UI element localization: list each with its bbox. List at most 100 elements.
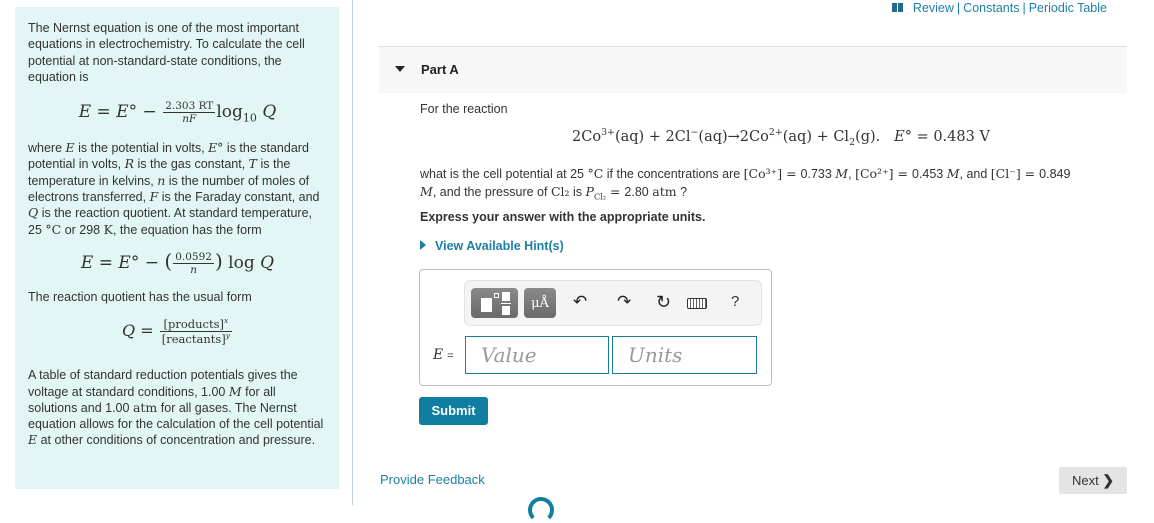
text-fragment: 2Co bbox=[572, 129, 602, 145]
text-fragment: or 298 bbox=[61, 222, 104, 237]
help-icon[interactable]: ? bbox=[731, 292, 739, 312]
text-fragment: (aq) + Cl bbox=[782, 129, 850, 145]
expand-triangle-icon bbox=[420, 240, 426, 250]
provide-feedback-link[interactable]: Provide Feedback bbox=[380, 472, 485, 487]
text-fragment: − bbox=[144, 252, 159, 273]
units-input[interactable]: Units bbox=[612, 336, 757, 374]
intro-paragraph-2: where E is the potential in volts, E° is… bbox=[28, 140, 327, 238]
text-fragment: [reactants]y bbox=[160, 332, 232, 346]
text-fragment: E bbox=[80, 252, 94, 273]
text-fragment: (g). bbox=[855, 129, 881, 145]
next-button[interactable]: Next ❯ bbox=[1059, 467, 1127, 494]
text-fragment: E bbox=[28, 432, 38, 448]
text-fragment: , the equation has the form bbox=[112, 222, 262, 237]
text-fragment: Q bbox=[28, 205, 39, 221]
nernst-equation-general: E = E° − 2.303 RT nF log10 Q bbox=[28, 100, 327, 126]
text-fragment: T bbox=[248, 156, 258, 172]
text-fragment: E bbox=[433, 347, 444, 363]
text-fragment: Q bbox=[260, 252, 275, 273]
text-fragment: 10 bbox=[242, 111, 257, 125]
text-fragment: ) bbox=[214, 248, 223, 273]
value-input[interactable]: Value bbox=[465, 336, 609, 374]
text-fragment: n bbox=[190, 263, 197, 276]
submit-button[interactable]: Submit bbox=[419, 397, 488, 425]
text-fragment: log bbox=[228, 252, 255, 273]
question-text: what is the cell potential at 25 °C if t… bbox=[420, 166, 1071, 202]
text-fragment: K bbox=[103, 221, 113, 237]
reaction-quotient-equation: Q = [products]x [reactants]y bbox=[28, 317, 327, 353]
reset-icon[interactable]: ↻ bbox=[656, 292, 671, 312]
text-fragment: Cl₂ bbox=[550, 184, 570, 199]
collapse-triangle-icon[interactable] bbox=[395, 66, 405, 72]
text-fragment: what is the cell potential at 25 bbox=[420, 167, 588, 181]
review-link[interactable]: Review bbox=[913, 1, 954, 15]
text-fragment: E bbox=[65, 140, 75, 156]
text-fragment: = bbox=[96, 102, 111, 123]
intro-panel: The Nernst equation is one of the most i… bbox=[15, 7, 339, 489]
redo-icon[interactable]: ↷ bbox=[617, 292, 631, 312]
text-fragment: is the Faraday constant, and bbox=[158, 190, 320, 205]
math-toolbar: μÅ ↶ ↷ ↻ ? bbox=[464, 280, 762, 326]
text-fragment: M bbox=[420, 184, 433, 199]
constants-link[interactable]: Constants bbox=[963, 1, 1019, 15]
text-fragment: nF bbox=[182, 113, 197, 126]
text-fragment: F bbox=[149, 189, 159, 205]
intro-paragraph-4: A table of standard reduction potentials… bbox=[28, 367, 327, 448]
text-fragment: is the gas constant, bbox=[134, 157, 249, 172]
text-fragment: 3+ bbox=[601, 127, 615, 139]
text-fragment: °C bbox=[45, 221, 62, 237]
text-fragment: M bbox=[228, 383, 242, 399]
fraction: 0.0592 n bbox=[173, 251, 214, 276]
text-fragment: (aq)→2Co bbox=[698, 129, 769, 145]
part-title: Part A bbox=[421, 62, 459, 77]
text-fragment: 2.80 bbox=[624, 185, 649, 199]
text-fragment: if the concentrations are bbox=[603, 167, 744, 181]
text-fragment: [Cl⁻] = bbox=[990, 166, 1040, 181]
templates-icon[interactable] bbox=[471, 288, 518, 318]
periodic-table-link[interactable]: Periodic Table bbox=[1029, 1, 1107, 15]
text-fragment: [reactants] bbox=[161, 332, 226, 347]
text-fragment: E° bbox=[118, 252, 140, 273]
text-fragment: = bbox=[447, 350, 454, 362]
text-fragment: Next bbox=[1071, 473, 1099, 488]
text-fragment: 0.0592 bbox=[173, 250, 214, 264]
text-fragment: ( bbox=[164, 248, 173, 273]
text-fragment: [Co³⁺] = bbox=[743, 166, 801, 181]
text-fragment: °C bbox=[587, 166, 604, 181]
text-fragment: R bbox=[124, 156, 135, 172]
text-fragment: log bbox=[216, 102, 243, 123]
text-fragment: E° bbox=[894, 129, 912, 145]
panel-divider bbox=[352, 0, 353, 505]
loading-spinner-icon bbox=[528, 497, 554, 523]
text-fragment: M bbox=[946, 166, 960, 181]
text-fragment: , and bbox=[959, 167, 991, 181]
nernst-equation-standard-temp: E = E° − (0.0592 n) log Q bbox=[28, 251, 327, 279]
fraction: 2.303 RT nF bbox=[163, 100, 216, 126]
text-fragment: [products]x bbox=[159, 317, 232, 333]
part-a-header[interactable]: Part A bbox=[379, 46, 1127, 93]
text-fragment: E° bbox=[208, 140, 224, 156]
text-fragment: 0.733 bbox=[800, 167, 832, 181]
units-button[interactable]: μÅ bbox=[524, 288, 556, 318]
text-fragment: y bbox=[225, 331, 230, 341]
text-fragment: (aq) + 2Cl bbox=[614, 129, 691, 145]
text-fragment: E° bbox=[116, 102, 138, 123]
undo-icon[interactable]: ↶ bbox=[573, 292, 587, 312]
view-hints-toggle[interactable]: View Available Hint(s) bbox=[420, 239, 564, 253]
answer-variable-label: E = bbox=[433, 346, 454, 363]
text-fragment: is the potential in volts, bbox=[74, 141, 209, 156]
text-fragment: atm bbox=[132, 399, 158, 415]
text-fragment: 0.849 bbox=[1039, 167, 1071, 181]
text-fragment: 2.303 RT bbox=[163, 100, 216, 114]
intro-paragraph-1: The Nernst equation is one of the most i… bbox=[28, 21, 305, 84]
text-fragment: = bbox=[140, 321, 154, 341]
text-fragment: where bbox=[28, 141, 66, 156]
text-fragment: ? bbox=[676, 185, 688, 199]
keyboard-icon[interactable] bbox=[687, 298, 707, 309]
text-fragment: Q bbox=[122, 321, 136, 341]
book-icon bbox=[892, 3, 904, 12]
text-fragment: = bbox=[606, 184, 625, 199]
resource-links: Review | Constants | Periodic Table bbox=[892, 1, 1107, 15]
reaction-intro-text: For the reaction bbox=[420, 102, 508, 116]
text-fragment: [Co²⁺] = bbox=[855, 166, 912, 181]
